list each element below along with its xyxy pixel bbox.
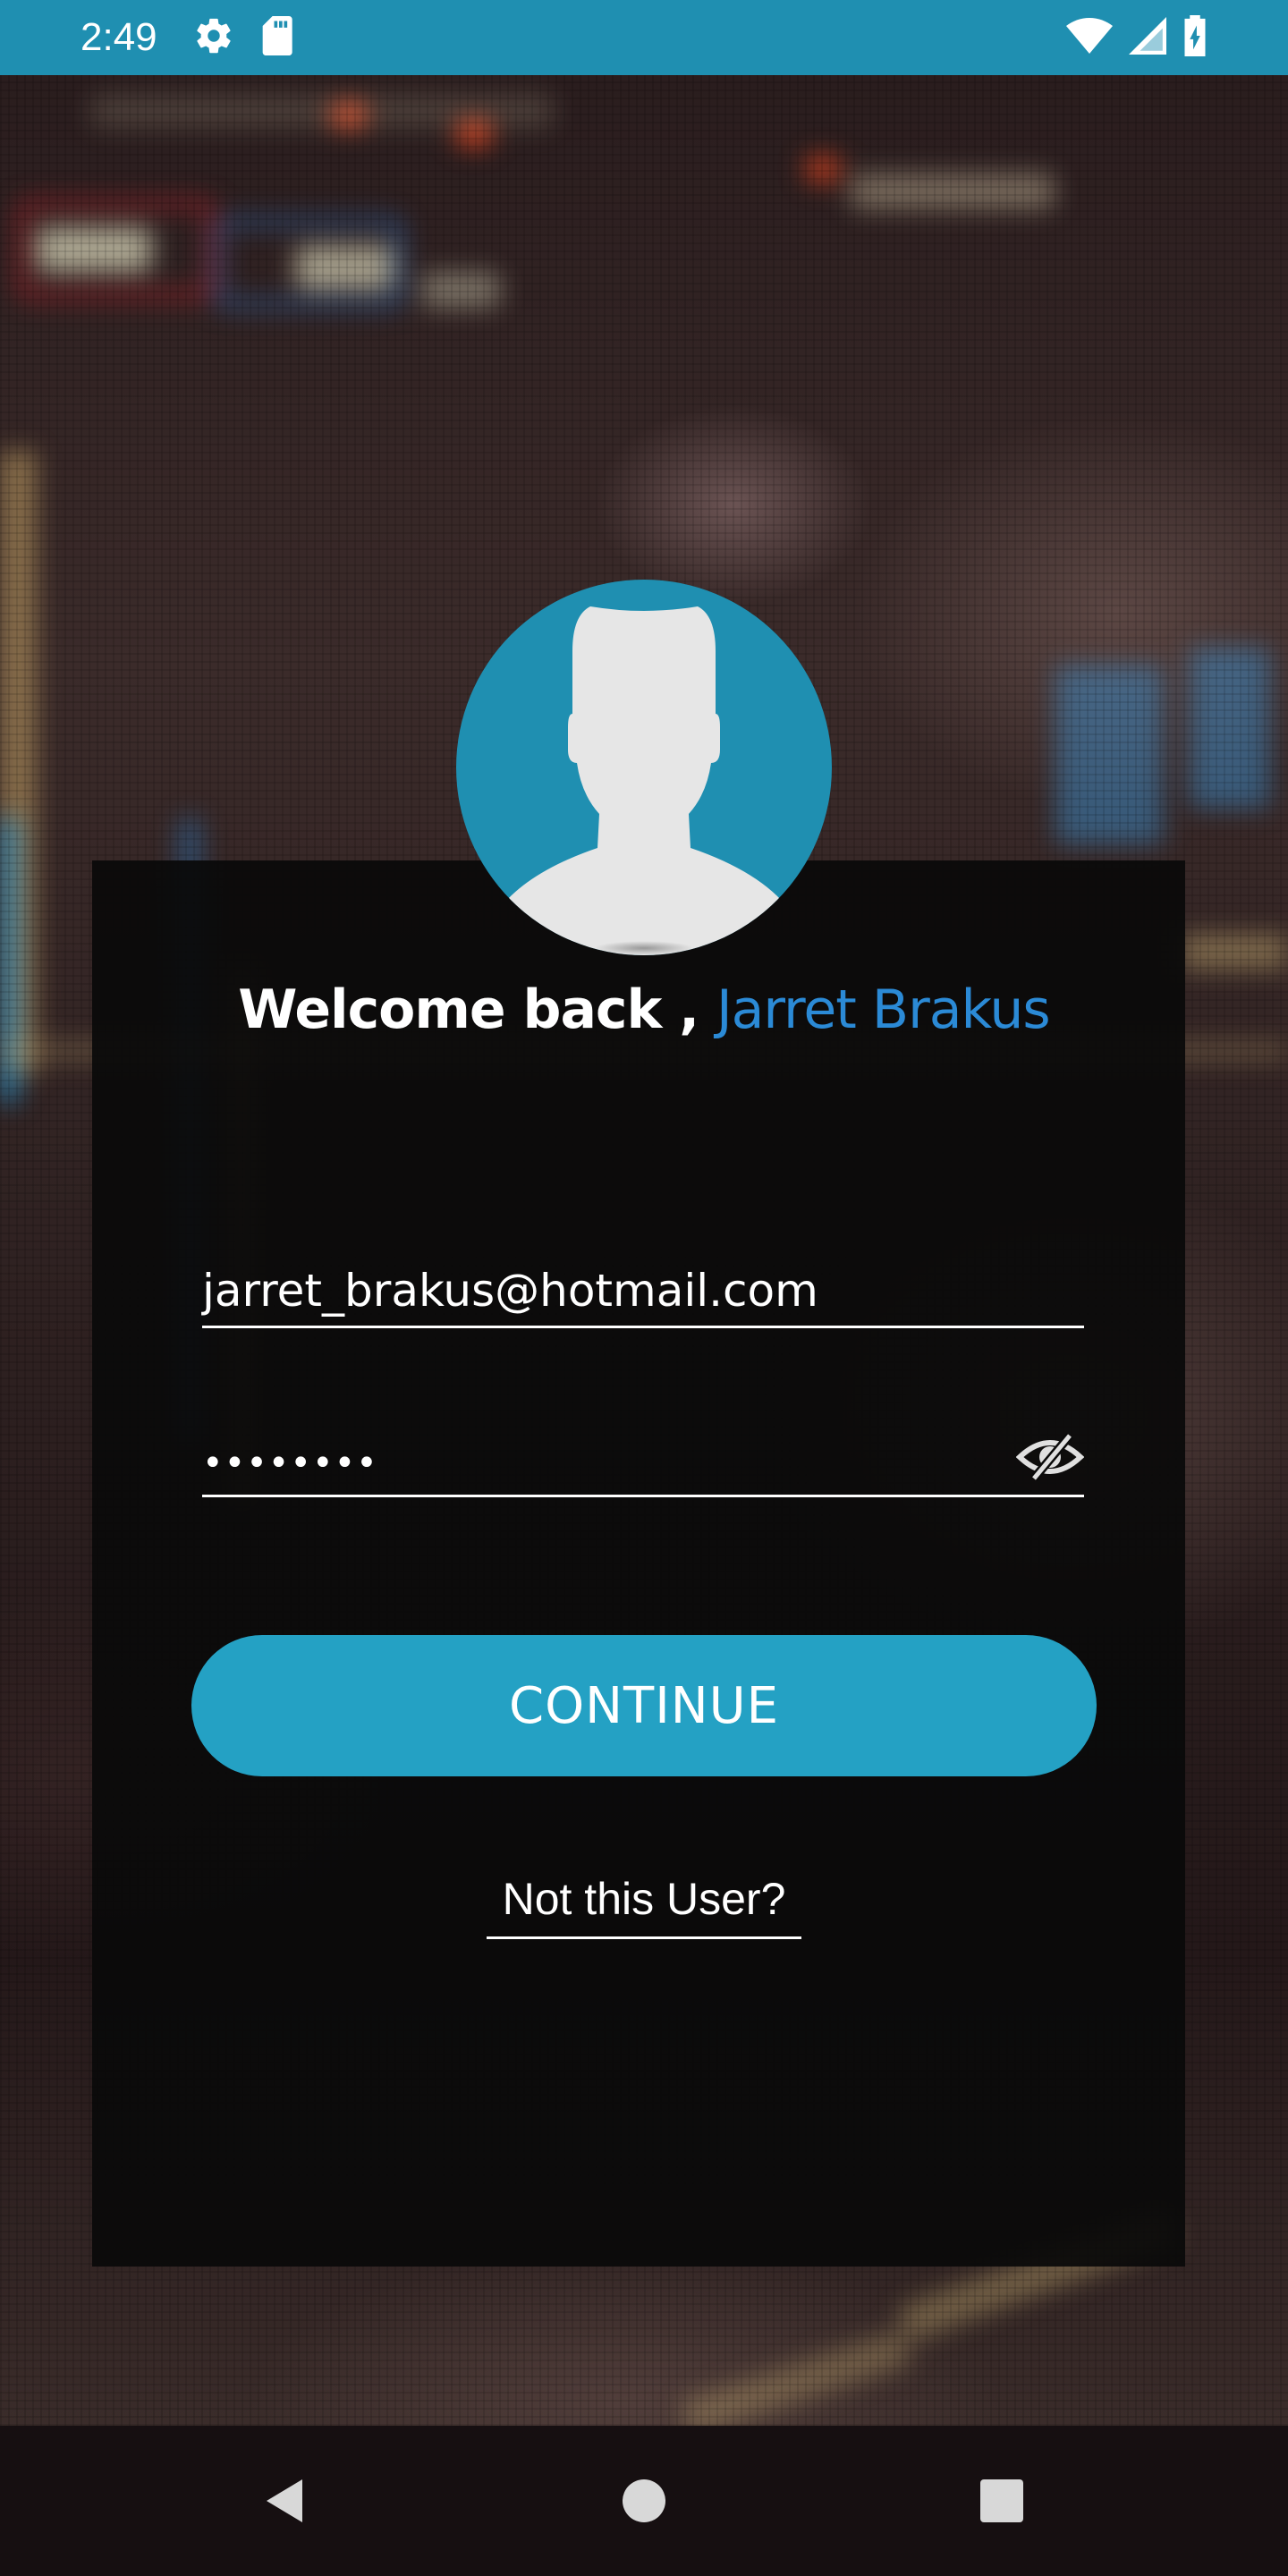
email-field[interactable]: jarret_brakus@hotmail.com: [202, 1257, 1084, 1328]
battery-charging-icon: [1182, 15, 1208, 60]
settings-icon: [193, 15, 234, 60]
status-bar: 2:49: [0, 0, 1288, 75]
wifi-icon: [1066, 17, 1113, 58]
not-this-user-link[interactable]: Not this User?: [487, 1873, 801, 1939]
continue-button[interactable]: CONTINUE: [191, 1635, 1097, 1776]
welcome-message: Welcome back , Jarret Brakus: [0, 979, 1288, 1041]
avatar-shadow: [594, 941, 694, 955]
login-card: [92, 860, 1185, 2267]
cell-signal-icon: [1129, 17, 1166, 58]
user-silhouette-icon: [492, 606, 796, 955]
user-name: Jarret Brakus: [716, 979, 1051, 1041]
home-icon[interactable]: [617, 2474, 671, 2528]
status-time: 2:49: [80, 15, 157, 59]
eye-off-icon[interactable]: [1015, 1432, 1085, 1482]
avatar: [456, 580, 832, 955]
sd-card-icon: [261, 16, 297, 59]
password-value[interactable]: ••••••••: [202, 1443, 378, 1484]
password-field[interactable]: ••••••••: [202, 1424, 1085, 1497]
back-icon[interactable]: [259, 2474, 313, 2528]
email-value[interactable]: jarret_brakus@hotmail.com: [202, 1265, 818, 1317]
recents-icon[interactable]: [975, 2474, 1029, 2528]
welcome-prefix: Welcome back ,: [238, 979, 716, 1041]
